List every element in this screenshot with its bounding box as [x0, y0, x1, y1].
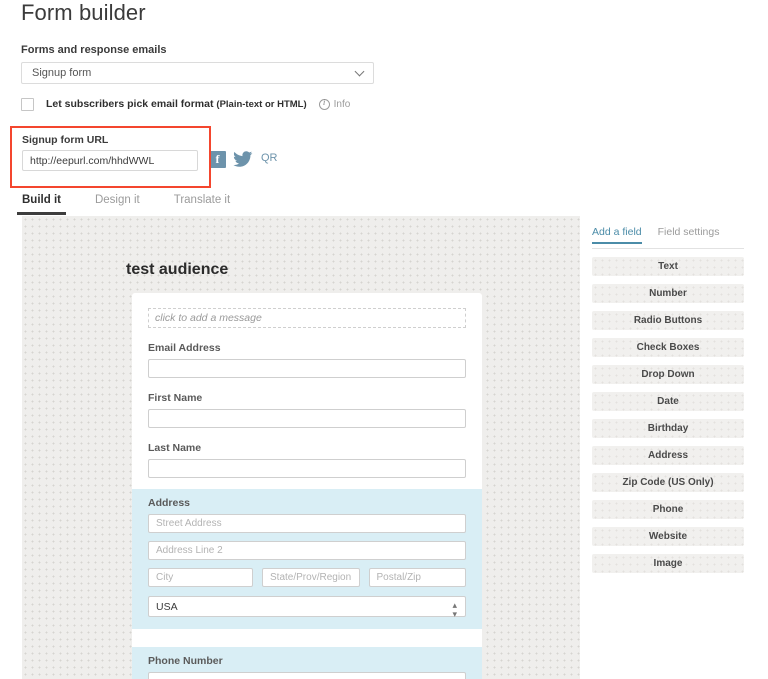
tab-translate-it[interactable]: Translate it: [174, 194, 230, 215]
forms-select-value: Signup form: [32, 67, 92, 79]
message-placeholder[interactable]: click to add a message: [148, 308, 466, 328]
signup-url-input[interactable]: http://eepurl.com/hhdWWL: [22, 150, 198, 171]
twitter-icon[interactable]: [233, 149, 253, 169]
tab-build-it[interactable]: Build it: [17, 194, 66, 215]
field-email-address[interactable]: Email Address: [148, 328, 466, 378]
field-type-birthday[interactable]: Birthday: [592, 419, 744, 438]
field-label: Phone Number: [148, 655, 223, 667]
phone-number-input[interactable]: [148, 672, 466, 679]
field-type-website[interactable]: Website: [592, 527, 744, 546]
email-format-label-main: Let subscribers pick email format: [46, 98, 217, 110]
info-label: Info: [333, 98, 351, 110]
field-label: First Name: [148, 392, 203, 404]
field-label: Address: [148, 497, 191, 509]
email-format-row: Let subscribers pick email format (Plain…: [21, 96, 350, 112]
state-input[interactable]: State/Prov/Region: [262, 568, 360, 587]
field-type-zip-code[interactable]: Zip Code (US Only): [592, 473, 744, 492]
field-type-text[interactable]: Text: [592, 257, 744, 276]
email-format-label: Let subscribers pick email format (Plain…: [46, 98, 307, 110]
facebook-icon[interactable]: [209, 151, 226, 168]
field-type-image[interactable]: Image: [592, 554, 744, 573]
city-input[interactable]: City: [148, 568, 253, 587]
address-line2-placeholder: Address Line 2: [156, 545, 223, 556]
phone-label-wrap: Phone Number: [148, 655, 466, 679]
builder-tabs: Build it Design it Translate it: [17, 194, 264, 215]
tab-design-it[interactable]: Design it: [95, 194, 140, 215]
chevron-down-icon: [356, 68, 364, 76]
up-down-stepper-icon: ▴ ▾: [452, 600, 457, 619]
qr-link[interactable]: QR: [261, 152, 278, 164]
forms-select[interactable]: Signup form: [21, 62, 374, 84]
form-card: click to add a message Email Address Fir…: [132, 293, 482, 679]
street-address-placeholder: Street Address: [156, 518, 222, 529]
tab-field-settings[interactable]: Field settings: [658, 226, 720, 243]
city-placeholder: City: [156, 572, 174, 583]
last-name-input[interactable]: [148, 459, 466, 478]
country-select-value: USA: [156, 601, 178, 613]
address-label-wrap: Address Street Address: [148, 497, 466, 533]
block-divider: [132, 629, 482, 636]
email-address-input[interactable]: [148, 359, 466, 378]
tab-add-a-field[interactable]: Add a field: [592, 226, 642, 244]
field-type-date[interactable]: Date: [592, 392, 744, 411]
form-preview-canvas: test audience click to add a message Ema…: [22, 216, 580, 679]
state-placeholder: State/Prov/Region: [270, 572, 352, 583]
audience-title[interactable]: test audience: [126, 261, 228, 279]
email-format-checkbox[interactable]: [21, 97, 34, 111]
postal-placeholder: Postal/Zip: [376, 572, 421, 583]
address-city-state-zip-row: City State/Prov/Region Postal/Zip: [148, 560, 466, 587]
forms-section-label: Forms and response emails: [21, 44, 167, 56]
field-type-radio-buttons[interactable]: Radio Buttons: [592, 311, 744, 330]
field-type-drop-down[interactable]: Drop Down: [592, 365, 744, 384]
email-format-label-paren: (Plain-text or HTML): [216, 99, 307, 110]
field-type-phone[interactable]: Phone: [592, 500, 744, 519]
address-line2-wrap: Address Line 2: [148, 533, 466, 560]
info-circle-icon: [318, 98, 330, 110]
field-phone-block[interactable]: Phone Number: [132, 647, 482, 679]
field-type-address[interactable]: Address: [592, 446, 744, 465]
signup-url-value: http://eepurl.com/hhdWWL: [30, 155, 155, 167]
signup-url-label: Signup form URL: [22, 134, 109, 146]
field-first-name[interactable]: First Name: [148, 378, 466, 428]
street-address-input[interactable]: Street Address: [148, 514, 466, 533]
field-type-number[interactable]: Number: [592, 284, 744, 303]
field-type-check-boxes[interactable]: Check Boxes: [592, 338, 744, 357]
field-address-block[interactable]: Address Street Address Address Line 2 Ci…: [132, 489, 482, 629]
address-line2-input[interactable]: Address Line 2: [148, 541, 466, 560]
first-name-input[interactable]: [148, 409, 466, 428]
country-select[interactable]: USA ▴ ▾: [148, 596, 466, 619]
postal-cell: Postal/Zip: [368, 568, 466, 587]
field-label: Last Name: [148, 442, 202, 454]
city-cell: City: [148, 568, 253, 587]
postal-input[interactable]: Postal/Zip: [368, 568, 466, 587]
field-label: Email Address: [148, 342, 221, 354]
field-last-name[interactable]: Last Name: [148, 428, 466, 478]
info-link[interactable]: Info: [318, 98, 351, 110]
page-title: Form builder: [21, 0, 146, 25]
sidebar-tabs: Add a field Field settings: [592, 226, 744, 249]
state-cell: State/Prov/Region: [262, 568, 360, 587]
field-sidebar: Add a field Field settings Text Number R…: [592, 226, 744, 573]
